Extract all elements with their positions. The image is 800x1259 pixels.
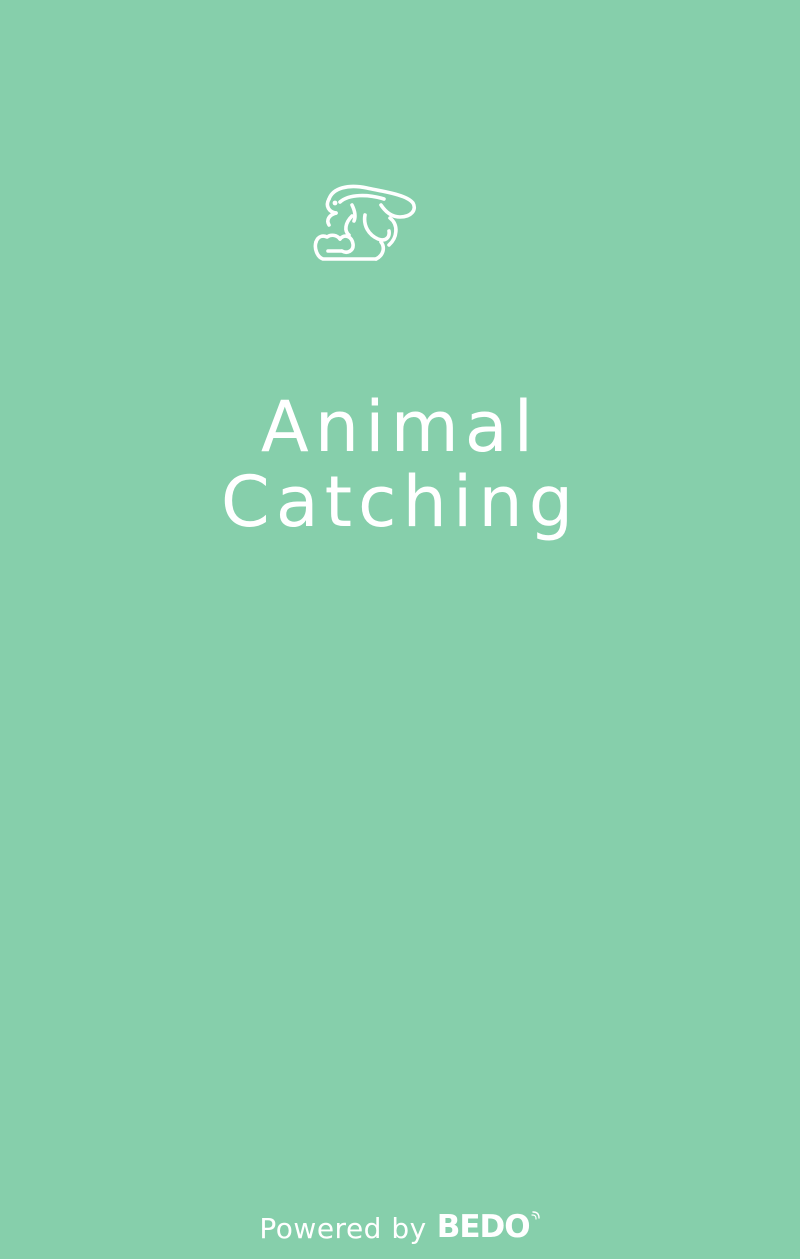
bedo-brand-mark-icon	[530, 1210, 540, 1220]
splash-screen: Animal Catching Powered by BEDO	[0, 0, 800, 1259]
rabbit-icon	[313, 184, 416, 261]
powered-by-label: Powered by	[259, 1211, 427, 1245]
bedo-brand: BEDO	[436, 1208, 541, 1245]
bedo-brand-name: BEDO	[436, 1208, 531, 1245]
powered-by-footer: Powered by BEDO	[0, 1207, 800, 1249]
app-title-line-catching: Catching	[220, 460, 580, 543]
app-title-line-animal: Animal	[260, 385, 540, 468]
